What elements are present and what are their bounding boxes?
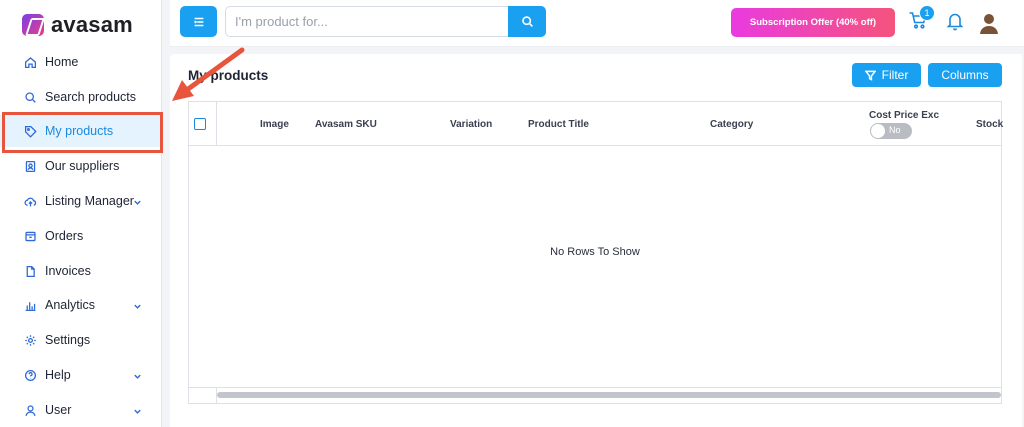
column-divider [216,102,217,146]
chevron-down-icon[interactable] [133,196,142,205]
chevron-down-icon[interactable] [133,300,142,309]
menu-toggle-button[interactable] [180,6,217,37]
gear-icon [24,334,37,347]
sidebar-item-label: Listing Manager [45,194,134,208]
sidebar-item-settings[interactable]: Settings [0,324,162,356]
filter-icon [864,70,876,81]
search-icon [521,16,533,27]
sidebar-item-invoices[interactable]: Invoices [0,255,162,287]
horizontal-scrollbar[interactable] [189,387,1001,403]
sidebar-item-listing-manager[interactable]: Listing Manager [0,185,162,217]
sidebar-item-label: Settings [45,333,91,347]
box-icon [24,230,37,243]
column-header-image[interactable]: Image [260,119,289,130]
sidebar-item-search-products[interactable]: Search products [0,81,162,113]
sidebar-item-my-products[interactable]: My products [0,115,162,147]
file-icon [24,265,37,278]
sidebar-item-analytics[interactable]: Analytics [0,289,162,321]
sidebar: avasam Home Search products My products … [0,0,162,427]
empty-grid-message: No Rows To Show [550,246,640,258]
column-header-cost-price[interactable]: Cost Price Exc [869,110,939,121]
search-icon [24,91,37,104]
column-header-stock[interactable]: Stock [976,119,1003,130]
brand-logo[interactable]: avasam [22,12,133,37]
sidebar-item-label: Search products [45,90,137,104]
search-button[interactable] [508,6,546,37]
brand-name: avasam [51,12,133,37]
column-header-product-title[interactable]: Product Title [528,119,589,130]
toggle-knob [871,124,885,138]
column-header-variation[interactable]: Variation [450,119,492,130]
toggle-label: No [889,125,901,135]
chevron-down-icon[interactable] [133,370,142,379]
chevron-down-icon[interactable] [133,405,142,414]
filter-button[interactable]: Filter [852,63,921,87]
user-avatar[interactable] [979,12,999,34]
sidebar-item-orders[interactable]: Orders [0,220,162,252]
cart-count-badge: 1 [919,5,935,21]
sidebar-item-label: Orders [45,229,84,243]
sidebar-item-label: Analytics [45,298,96,312]
sidebar-item-help[interactable]: Help [0,359,162,391]
brand-logo-icon [22,14,44,36]
column-header-category[interactable]: Category [710,119,753,130]
columns-button[interactable]: Columns [928,63,1002,87]
sidebar-item-label: Our suppliers [45,159,120,173]
sidebar-item-label: Invoices [45,264,91,278]
sidebar-item-label: Home [45,55,79,69]
sidebar-item-user[interactable]: User [0,394,162,426]
scrollbar-thumb[interactable] [217,392,1001,398]
menu-icon [193,17,203,26]
sidebar-item-our-suppliers[interactable]: Our suppliers [0,150,162,182]
sidebar-item-label: Help [45,368,71,382]
select-all-checkbox[interactable] [194,118,206,130]
sidebar-item-label: My products [45,124,114,138]
products-card: My products Filter Columns Image Avasam … [170,54,1022,427]
sidebar-item-home[interactable]: Home [0,46,162,78]
subscription-offer-button[interactable]: Subscription Offer (40% off) [731,8,895,37]
filter-button-label: Filter [881,68,909,82]
help-circle-icon [24,369,37,382]
home-icon [24,56,37,69]
sidebar-item-label: User [45,403,72,417]
grid-header: Image Avasam SKU Variation Product Title… [189,102,1003,146]
tag-icon [24,125,37,138]
top-header: Subscription Offer (40% off) 1 [170,0,1024,47]
contacts-icon [24,160,37,173]
cloud-upload-icon [24,195,37,208]
notifications-bell-icon[interactable] [946,11,964,31]
cost-price-toggle[interactable]: No [870,123,912,139]
user-icon [24,404,37,417]
column-header-avasam-sku[interactable]: Avasam SKU [315,119,377,130]
products-grid: Image Avasam SKU Variation Product Title… [188,101,1003,404]
search-input[interactable] [225,6,510,37]
bar-chart-icon [24,299,37,312]
page-title: My products [188,68,269,83]
